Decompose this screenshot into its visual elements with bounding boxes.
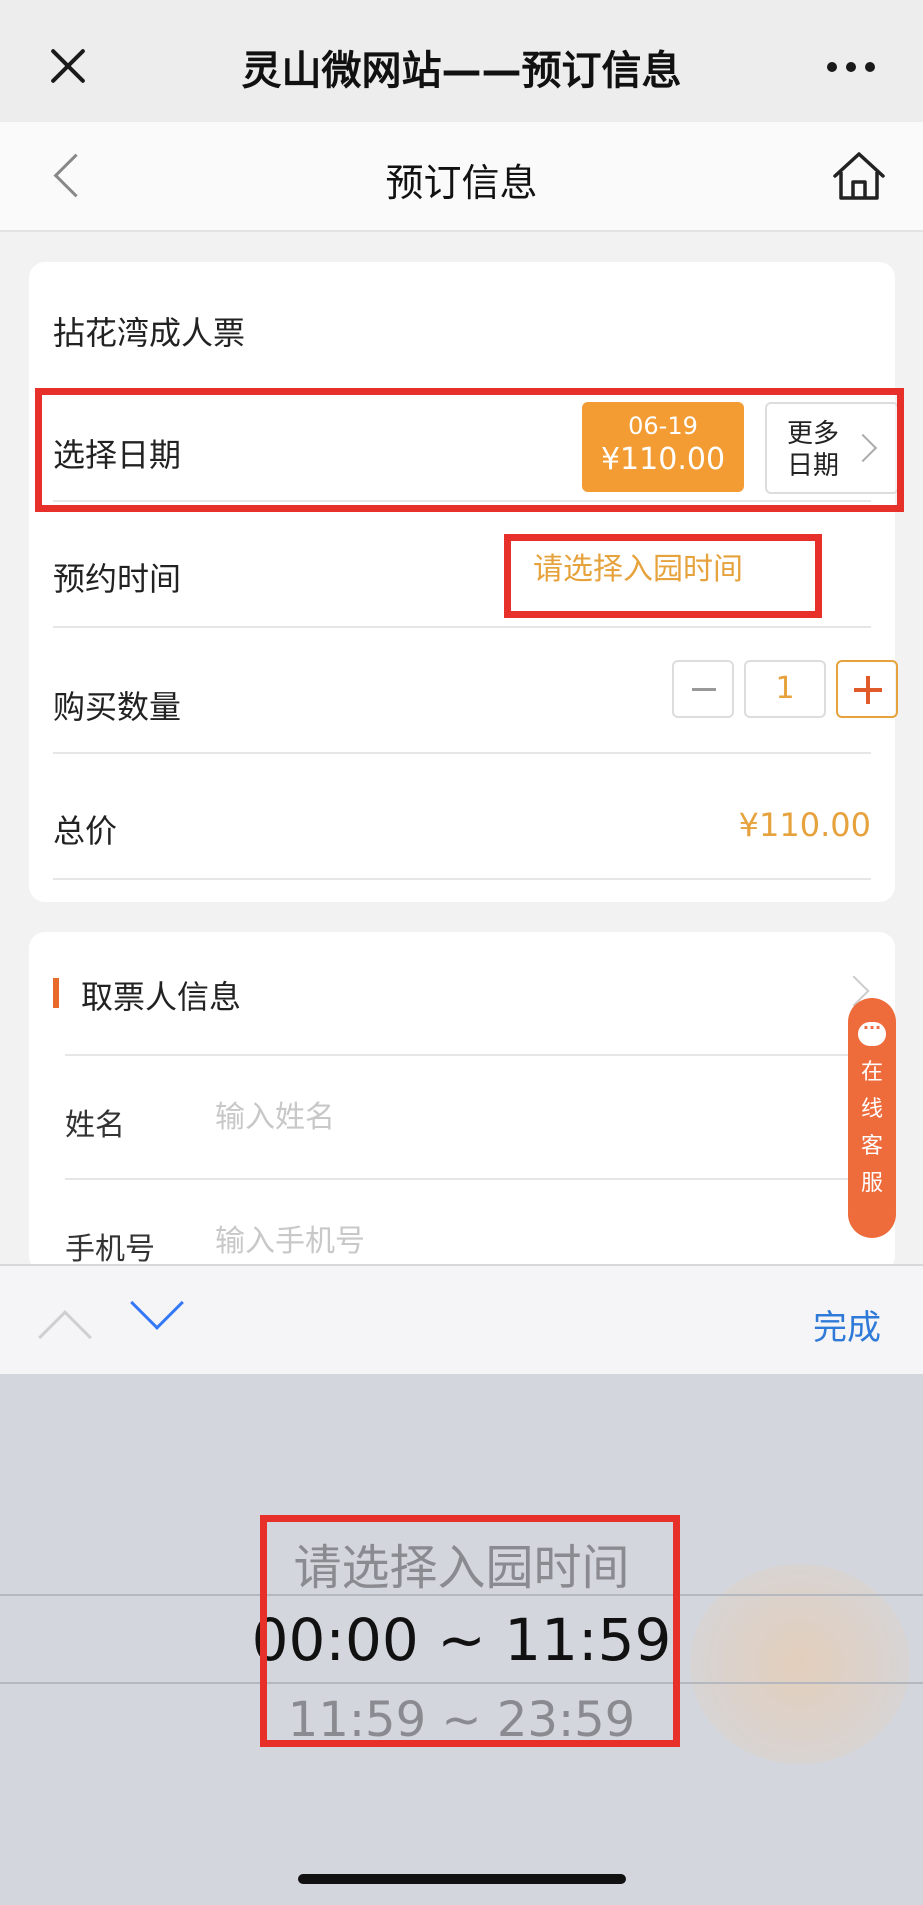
quantity-input[interactable]: 1 (744, 660, 826, 718)
chevron-down-icon[interactable] (130, 1276, 184, 1330)
wechat-title-bar: 灵山微网站——预订信息 (0, 0, 923, 122)
ticket-name: 拈花湾成人票 (53, 314, 246, 352)
more-options-icon[interactable] (827, 62, 875, 74)
name-field-row: 姓名 (65, 1054, 871, 1178)
total-row: 总价 ¥110.00 (53, 756, 871, 880)
annotation-box-time (504, 534, 822, 618)
section-title: 取票人信息 (81, 978, 242, 1016)
chevron-up-icon[interactable] (38, 1310, 92, 1364)
ticket-title-row: 拈花湾成人票 (53, 262, 871, 382)
page-title: 预订信息 (385, 161, 538, 205)
increase-quantity-button[interactable] (836, 660, 898, 718)
quantity-row: 购买数量 1 (53, 630, 898, 754)
name-label: 姓名 (65, 1108, 125, 1143)
home-icon[interactable] (829, 146, 889, 206)
phone-input[interactable] (215, 1216, 715, 1266)
quantity-label: 购买数量 (53, 688, 182, 726)
online-service-button[interactable]: 在线客服 (848, 998, 896, 1238)
online-service-label: 在线客服 (860, 1060, 883, 1196)
home-indicator[interactable] (298, 1874, 626, 1884)
done-button[interactable]: 完成 (813, 1300, 881, 1349)
chat-bubble-icon (858, 1018, 886, 1046)
ticket-holder-card: 取票人信息 姓名 手机号 (29, 932, 895, 1272)
section-accent-bar (53, 978, 59, 1008)
total-price: ¥110.00 (738, 806, 871, 844)
annotation-box-date (35, 388, 904, 512)
name-input[interactable] (215, 1092, 715, 1142)
decrease-quantity-button[interactable] (672, 660, 734, 718)
wechat-page-title: 灵山微网站——预订信息 (241, 48, 682, 94)
time-label: 预约时间 (53, 560, 182, 598)
page-nav-bar: 预订信息 (0, 122, 923, 232)
phone-label: 手机号 (65, 1232, 155, 1267)
total-label: 总价 (53, 812, 118, 850)
annotation-box-picker (260, 1515, 680, 1747)
keyboard-accessory-bar: 完成 (0, 1264, 923, 1374)
